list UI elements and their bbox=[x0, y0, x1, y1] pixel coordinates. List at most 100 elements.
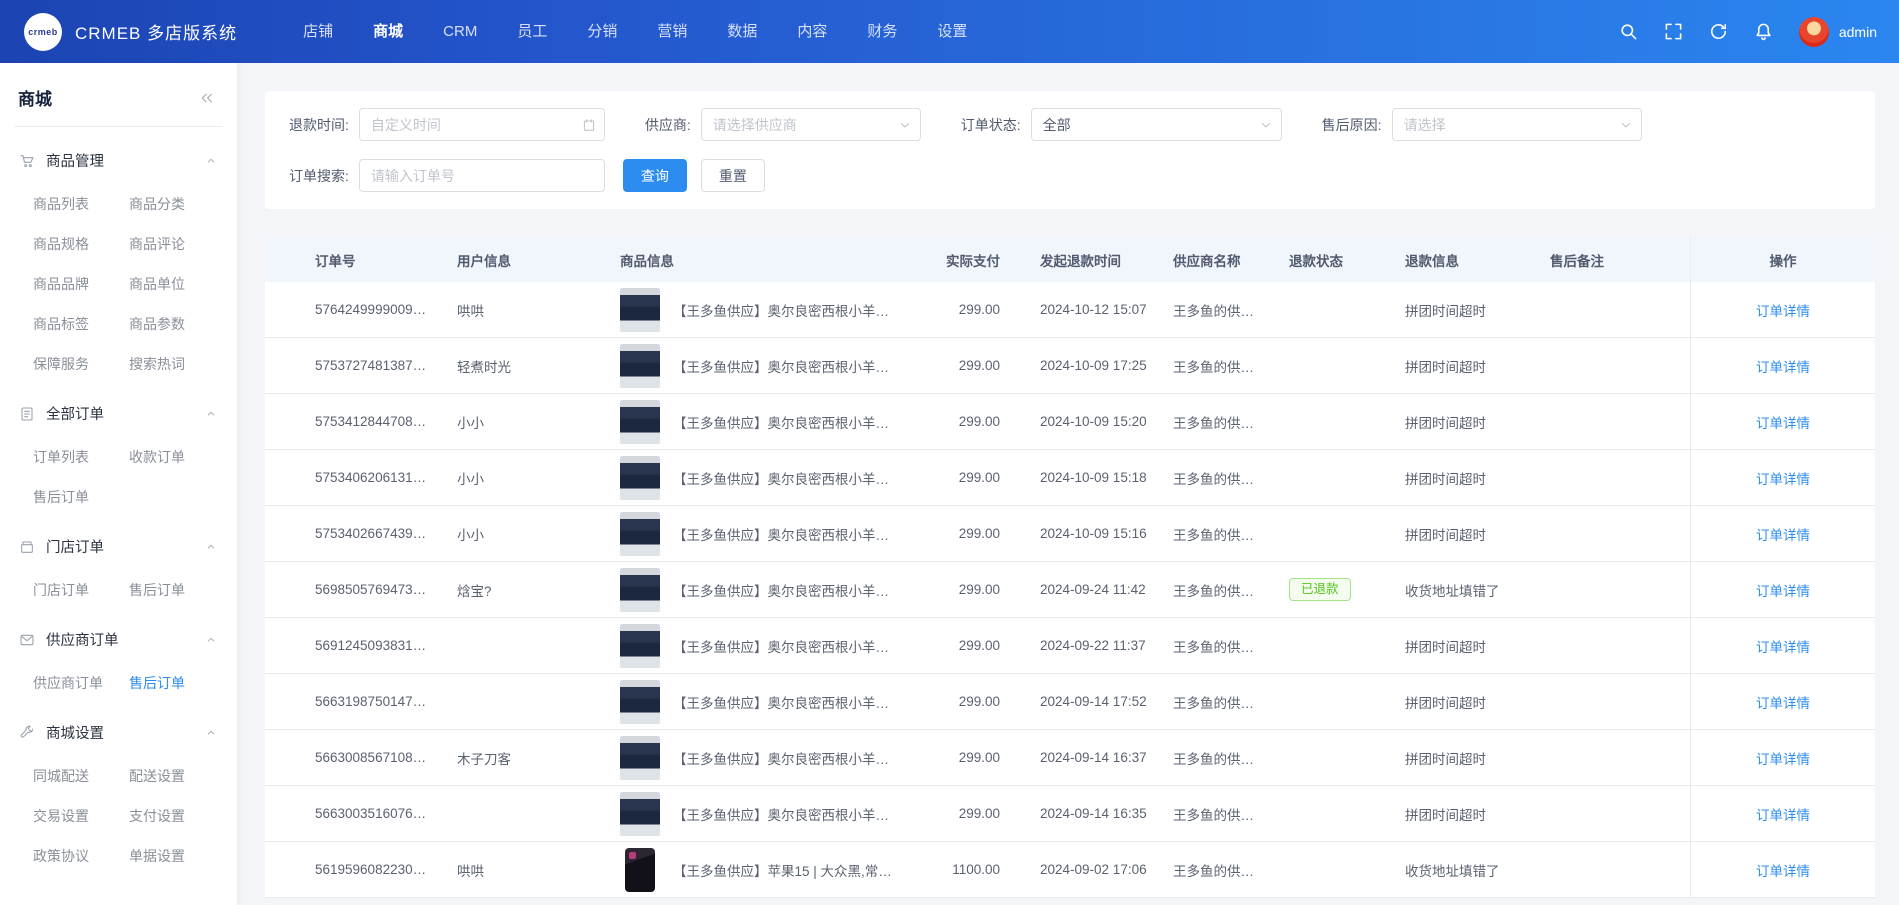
cell-refund-info: 拼团时间超时 bbox=[1393, 524, 1538, 544]
cell-refund-info: 收货地址填错了 bbox=[1393, 580, 1538, 600]
topnav-item-1[interactable]: 商城 bbox=[353, 0, 423, 63]
product-name: 【王多鱼供应】奥尔良密西根小羊皮特... bbox=[673, 300, 896, 320]
column-header-8: 售后备注 bbox=[1538, 250, 1690, 270]
after-sale-reason-select[interactable] bbox=[1392, 108, 1642, 141]
order-detail-link[interactable]: 订单详情 bbox=[1756, 412, 1810, 432]
product-name: 【王多鱼供应】奥尔良密西根小羊皮特... bbox=[673, 636, 896, 656]
sidebar-item-商品规格[interactable]: 商品规格 bbox=[33, 224, 129, 264]
chevron-up-icon bbox=[205, 541, 217, 553]
order-status-select[interactable] bbox=[1031, 108, 1282, 141]
cell-supplier: 王多鱼的供应小店 bbox=[1161, 692, 1277, 712]
order-list-icon bbox=[19, 406, 35, 422]
cell-refund-info: 拼团时间超时 bbox=[1393, 356, 1538, 376]
topnav-item-0[interactable]: 店铺 bbox=[283, 0, 353, 63]
order-detail-link[interactable]: 订单详情 bbox=[1756, 748, 1810, 768]
sidebar-collapse-icon[interactable] bbox=[199, 90, 215, 106]
sidebar-item-商品参数[interactable]: 商品参数 bbox=[129, 304, 225, 344]
sidebar-item-商品品牌[interactable]: 商品品牌 bbox=[33, 264, 129, 304]
sidebar-item-配送设置[interactable]: 配送设置 bbox=[129, 756, 225, 796]
refresh-icon[interactable] bbox=[1709, 22, 1728, 41]
search-icon[interactable] bbox=[1619, 22, 1638, 41]
order-detail-link[interactable]: 订单详情 bbox=[1756, 300, 1810, 320]
sidebar-item-商品标签[interactable]: 商品标签 bbox=[33, 304, 129, 344]
cell-product: 【王多鱼供应】奥尔良密西根小羊皮特... bbox=[608, 456, 908, 500]
cell-user: 轻煮时光 bbox=[445, 356, 608, 376]
sidebar-item-售后订单[interactable]: 售后订单 bbox=[129, 663, 225, 703]
sidebar-item-交易设置[interactable]: 交易设置 bbox=[33, 796, 129, 836]
cell-paid: 299.00 bbox=[908, 302, 1028, 317]
table-row: 575340620613156864小小【王多鱼供应】奥尔良密西根小羊皮特...… bbox=[265, 450, 1875, 506]
sidebar-item-售后订单[interactable]: 售后订单 bbox=[129, 570, 225, 610]
bell-icon[interactable] bbox=[1754, 22, 1773, 41]
cell-supplier: 王多鱼的供应小店 bbox=[1161, 412, 1277, 432]
sidebar-section-3[interactable]: 供应商订单 bbox=[0, 616, 237, 663]
sidebar-section-4[interactable]: 商城设置 bbox=[0, 709, 237, 756]
table-row: 561959608223006720哄哄【王多鱼供应】苹果15 | 大众黑,常规… bbox=[265, 842, 1875, 898]
sidebar-item-售后订单[interactable]: 售后订单 bbox=[33, 477, 129, 517]
sidebar-section-2[interactable]: 门店订单 bbox=[0, 523, 237, 570]
cell-supplier: 王多鱼的供应小店 bbox=[1161, 748, 1277, 768]
topnav-item-2[interactable]: CRM bbox=[423, 0, 497, 63]
cell-product: 【王多鱼供应】奥尔良密西根小羊皮特... bbox=[608, 736, 908, 780]
sidebar-item-同城配送[interactable]: 同城配送 bbox=[33, 756, 129, 796]
order-detail-link[interactable]: 订单详情 bbox=[1756, 580, 1810, 600]
order-search-input[interactable] bbox=[359, 159, 605, 192]
sidebar-item-保障服务[interactable]: 保障服务 bbox=[33, 344, 129, 384]
username[interactable]: admin bbox=[1839, 24, 1877, 40]
brand-logo: crmeb bbox=[24, 13, 62, 51]
cell-action: 订单详情 bbox=[1690, 562, 1875, 617]
product-image-sneaker bbox=[620, 568, 660, 612]
sidebar-item-商品分类[interactable]: 商品分类 bbox=[129, 184, 225, 224]
section-items-3: 供应商订单售后订单 bbox=[0, 663, 237, 709]
order-detail-link[interactable]: 订单详情 bbox=[1756, 524, 1810, 544]
reset-button[interactable]: 重置 bbox=[701, 159, 765, 192]
fullscreen-icon[interactable] bbox=[1664, 22, 1683, 41]
sidebar-item-支付设置[interactable]: 支付设置 bbox=[129, 796, 225, 836]
section-items-4: 同城配送配送设置交易设置支付设置政策协议单据设置 bbox=[0, 756, 237, 882]
topnav-item-4[interactable]: 分销 bbox=[567, 0, 637, 63]
sidebar-item-商品单位[interactable]: 商品单位 bbox=[129, 264, 225, 304]
sidebar-item-商品评论[interactable]: 商品评论 bbox=[129, 224, 225, 264]
cell-user: 哄哄 bbox=[445, 860, 608, 880]
filter-supplier: 供应商: bbox=[645, 108, 921, 141]
sidebar-item-订单列表[interactable]: 订单列表 bbox=[33, 437, 129, 477]
order-detail-link[interactable]: 订单详情 bbox=[1756, 356, 1810, 376]
sidebar-item-门店订单[interactable]: 门店订单 bbox=[33, 570, 129, 610]
topnav-item-9[interactable]: 设置 bbox=[917, 0, 987, 63]
order-detail-link[interactable]: 订单详情 bbox=[1756, 468, 1810, 488]
cell-refund-info: 拼团时间超时 bbox=[1393, 804, 1538, 824]
sidebar-item-收款订单[interactable]: 收款订单 bbox=[129, 437, 225, 477]
order-detail-link[interactable]: 订单详情 bbox=[1756, 804, 1810, 824]
sidebar-section-0[interactable]: 商品管理 bbox=[0, 137, 237, 184]
cell-paid: 299.00 bbox=[908, 414, 1028, 429]
sidebar-item-政策协议[interactable]: 政策协议 bbox=[33, 836, 129, 876]
cell-product: 【王多鱼供应】奥尔良密西根小羊皮特... bbox=[608, 344, 908, 388]
product-image-phone bbox=[625, 848, 655, 892]
sidebar-item-搜索热词[interactable]: 搜索热词 bbox=[129, 344, 225, 384]
order-detail-link[interactable]: 订单详情 bbox=[1756, 860, 1810, 880]
sidebar-item-供应商订单[interactable]: 供应商订单 bbox=[33, 663, 129, 703]
product-name: 【王多鱼供应】奥尔良密西根小羊皮特... bbox=[673, 748, 896, 768]
sidebar-section-1[interactable]: 全部订单 bbox=[0, 390, 237, 437]
user-avatar[interactable] bbox=[1799, 17, 1829, 47]
topnav-item-5[interactable]: 营销 bbox=[637, 0, 707, 63]
order-detail-link[interactable]: 订单详情 bbox=[1756, 636, 1810, 656]
column-header-2: 商品信息 bbox=[608, 250, 908, 270]
cell-user: 哄哄 bbox=[445, 300, 608, 320]
sidebar-item-商品列表[interactable]: 商品列表 bbox=[33, 184, 129, 224]
cell-refund-time: 2024-10-09 15:20 bbox=[1028, 414, 1161, 429]
order-detail-link[interactable]: 订单详情 bbox=[1756, 692, 1810, 712]
topnav-item-3[interactable]: 员工 bbox=[497, 0, 567, 63]
chevron-up-icon bbox=[205, 634, 217, 646]
topnav-item-6[interactable]: 数据 bbox=[707, 0, 777, 63]
table-row: 566300351607603200【王多鱼供应】奥尔良密西根小羊皮特...29… bbox=[265, 786, 1875, 842]
search-button[interactable]: 查询 bbox=[623, 159, 687, 192]
cell-product: 【王多鱼供应】奥尔良密西根小羊皮特... bbox=[608, 512, 908, 556]
topnav-item-8[interactable]: 财务 bbox=[847, 0, 917, 63]
topnav-item-7[interactable]: 内容 bbox=[777, 0, 847, 63]
cell-refund-time: 2024-10-09 15:16 bbox=[1028, 526, 1161, 541]
refund-time-input[interactable] bbox=[359, 108, 605, 141]
supplier-select[interactable] bbox=[701, 108, 921, 141]
filter-row-2: 订单搜索: 查询 重置 bbox=[289, 159, 1851, 192]
sidebar-item-单据设置[interactable]: 单据设置 bbox=[129, 836, 225, 876]
